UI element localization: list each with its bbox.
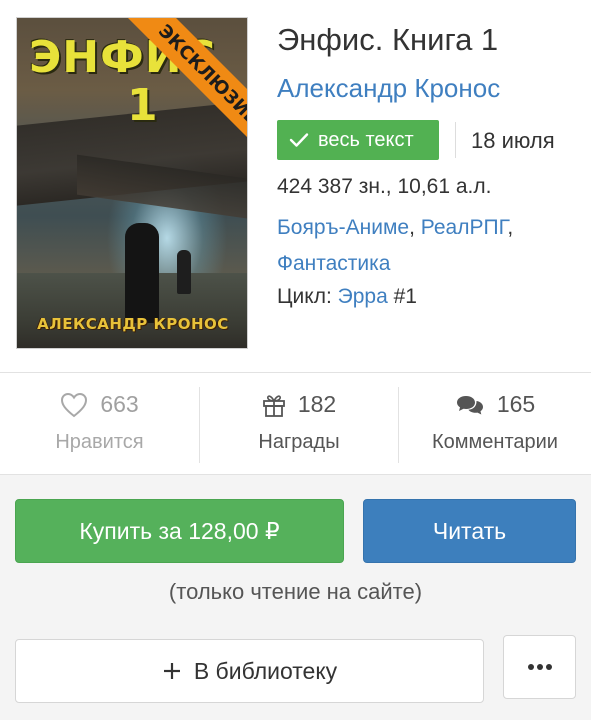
more-dots-icon xyxy=(527,664,552,670)
more-options-button[interactable] xyxy=(503,635,576,699)
series-info: Цикл: Эрра #1 xyxy=(277,285,417,309)
comments-stat[interactable]: 165 Комментарии xyxy=(399,373,591,476)
plus-icon xyxy=(163,663,180,679)
cover-art-figure xyxy=(125,223,159,323)
heart-icon xyxy=(61,392,88,417)
cover-author: АЛЕКСАНДР КРОНОС xyxy=(37,315,229,333)
awards-count: 182 xyxy=(297,391,337,417)
cover-title-number: 1 xyxy=(127,80,158,131)
series-label: Цикл: xyxy=(277,285,332,308)
publish-date: 18 июля xyxy=(471,128,555,153)
cover-art-figure-distant xyxy=(177,250,191,294)
book-cover[interactable]: ЭНФИС 1 ЭКСКЛЮЗИВ АЛЕКСАНДР КРОНОС xyxy=(16,17,248,349)
likes-label: Нравится xyxy=(55,431,144,453)
series-number: #1 xyxy=(393,285,417,308)
author-link[interactable]: Александр Кронос xyxy=(277,73,500,104)
likes-count: 663 xyxy=(100,391,139,417)
read-button[interactable]: Читать xyxy=(363,499,576,563)
full-text-badge: весь текст xyxy=(277,120,439,160)
genre-link[interactable]: Бояръ-Аниме xyxy=(277,216,409,239)
read-only-note: (только чтение на сайте) xyxy=(168,579,423,604)
awards-label: Награды xyxy=(258,431,340,453)
genre-separator: , xyxy=(409,216,415,239)
add-to-library-label: В библиотеку xyxy=(193,657,338,684)
comments-count: 165 xyxy=(496,391,536,417)
action-panel: Купить за 128,00 ₽ Читать (только чтение… xyxy=(0,475,591,720)
series-link[interactable]: Эрра xyxy=(338,285,388,308)
genre-link[interactable]: РеалРПГ xyxy=(421,216,508,239)
book-size-stats: 424 387 зн., 10,61 а.л. xyxy=(277,175,492,198)
divider xyxy=(455,122,456,158)
check-icon xyxy=(289,133,309,147)
book-header: ЭНФИС 1 ЭКСКЛЮЗИВ АЛЕКСАНДР КРОНОС Энфис… xyxy=(0,0,591,372)
add-to-library-button[interactable]: В библиотеку xyxy=(15,639,484,703)
genre-link[interactable]: Фантастика xyxy=(277,252,390,275)
genre-list: Бояръ-Аниме, РеалРПГ, Фантастика xyxy=(277,210,577,282)
gift-icon xyxy=(262,394,285,417)
full-text-badge-label: весь текст xyxy=(318,128,414,151)
awards-stat[interactable]: 182 Награды xyxy=(200,373,398,476)
genre-separator: , xyxy=(507,216,514,239)
book-title: Энфис. Книга 1 xyxy=(277,22,499,57)
buy-button[interactable]: Купить за 128,00 ₽ xyxy=(15,499,344,563)
likes-stat[interactable]: 663 Нравится xyxy=(0,373,199,476)
comments-icon xyxy=(456,395,483,414)
comments-label: Комментарии xyxy=(432,431,558,453)
engagement-stats: 663 Нравится 182 Награды 165 Комментарии xyxy=(0,372,591,475)
